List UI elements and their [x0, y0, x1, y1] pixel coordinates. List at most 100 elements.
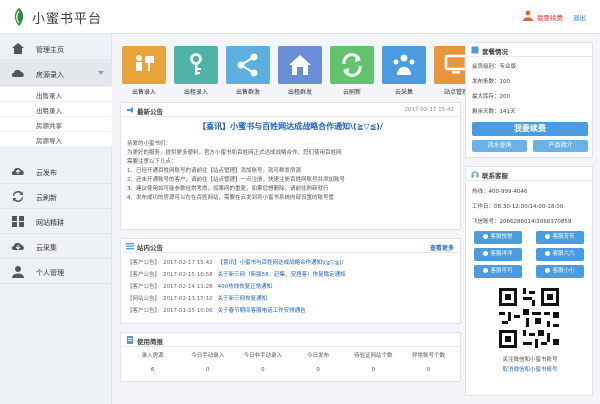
sidebar-item-label: 云采集: [36, 244, 57, 252]
support-agent-button[interactable]: 客服洋洋: [474, 248, 522, 261]
logout-link[interactable]: 退出: [573, 12, 586, 22]
sidebar-item-cloud-refresh[interactable]: 云刷新: [0, 185, 112, 209]
news-title[interactable]: 400热线恢复正常通知: [218, 284, 273, 290]
sidebar-item-label: 个人管理: [36, 269, 64, 277]
support-label: 飞信账号：: [472, 219, 500, 225]
news-item[interactable]: 【客户公告】 2017-02-15 10:58 关于新三网（新版58、赶集、安居客）…: [127, 270, 346, 280]
tile-sale-broadcast[interactable]: 出售群发: [226, 46, 270, 96]
wechat-qr-code: [496, 285, 562, 351]
qq-icon: [545, 234, 551, 239]
stats-value: 0: [371, 367, 376, 373]
renew-button[interactable]: 我要续费: [472, 122, 588, 136]
news-tag: 【客户公告】: [127, 284, 161, 290]
news-time: 2017-02-15 10:58: [163, 272, 213, 278]
tile-label: 出售群发: [235, 89, 260, 96]
sidebar-subitem-import[interactable]: 房源导入: [0, 132, 112, 146]
stats-value: 6: [150, 367, 155, 373]
support-fetion: 飞信账号：2066286014/2066370859: [472, 217, 571, 225]
news-tag: 【客户公告】: [127, 308, 161, 314]
news-tag: 【客户公告】: [127, 260, 161, 266]
announcement-line: 1、已经开通百姓网账号的请前往【站点管理】添加账号，就可群发房源: [127, 168, 302, 174]
qr-caption: 关注微信和小蜜书账号: [502, 357, 558, 363]
account-row-max-stock: 最大库存：200: [472, 92, 510, 100]
support-label: 工作日：: [472, 204, 495, 210]
tile-rent-entry[interactable]: 出租录入: [174, 46, 218, 96]
news-title[interactable]: 关于春节期间客服电话工作安排通告: [218, 308, 306, 314]
tile-cloud-refresh[interactable]: 云刷新: [330, 46, 374, 96]
share-icon: [237, 53, 258, 77]
account-value: 100: [499, 79, 511, 85]
news-item[interactable]: 【网站公告】 2017-02-13 17:10 关于新三网恢复通知: [127, 294, 267, 304]
megaphone-icon: [127, 107, 133, 113]
support-agent-button[interactable]: 客服可可: [474, 265, 522, 278]
support-agent-label: 客服小小: [552, 268, 575, 274]
news-title[interactable]: 关于新三网恢复通知: [218, 296, 268, 302]
tile-rent-broadcast[interactable]: 出租群发: [278, 46, 322, 96]
chevron-down-icon: [98, 71, 104, 75]
qq-icon: [545, 251, 551, 256]
support-agent-button[interactable]: 客服悦悦: [474, 231, 522, 244]
support-agent-button[interactable]: 客服小小: [536, 265, 584, 278]
news-title[interactable]: 【喜讯】小蜜书与百姓网达成战略合作通知\(≧▽≦)/: [218, 260, 344, 266]
stats-header: 今日发布: [307, 353, 330, 359]
sidebar-subitem-share[interactable]: 房源共享: [0, 117, 112, 131]
qr-caption-link[interactable]: 取消微信和小蜜书账号: [466, 365, 594, 373]
announcement-headline[interactable]: 【喜讯】小蜜书与百姓网达成战略合作通知\(≧▽≦)/: [121, 121, 460, 132]
view-more-link[interactable]: 查看更多: [430, 243, 454, 252]
sidebar-item-personal[interactable]: 个人管理: [0, 260, 112, 284]
panel-header: 使用简报: [121, 333, 460, 347]
tile-label: 云采集: [394, 89, 413, 96]
sidebar-item-cloud-collect[interactable]: 云采集: [0, 235, 112, 259]
sidebar-subitem-label: 出租录入: [36, 107, 62, 115]
account-row-publish-count: 发布条数：100: [472, 77, 510, 85]
panel-header: 最新公告 2017-02-17 15:42: [121, 103, 460, 117]
renew-link[interactable]: 我要续费: [537, 12, 563, 22]
user-avatar-icon[interactable]: [523, 10, 533, 21]
sidebar-item-label: 网站精耕: [36, 219, 64, 227]
tile-label: 出租录入: [183, 89, 208, 96]
news-item[interactable]: 【客户公告】 2017-02-17 15:42 【喜讯】小蜜书与百姓网达成战略合作通…: [127, 258, 344, 268]
news-time: 2017-02-13 17:10: [163, 296, 213, 302]
sidebar-item-home[interactable]: 管理主页: [0, 37, 112, 61]
refresh-icon: [13, 191, 23, 202]
billing-query-button[interactable]: 流水查询: [472, 140, 527, 152]
sidebar-subitem-sale-entry[interactable]: 出售录入: [0, 87, 112, 101]
announcement-date: 2017-02-17 15:42: [404, 107, 454, 113]
top-header: 小蜜书平台 我要续费 退出: [0, 0, 600, 34]
support-value: 2066286014/2066370859: [499, 219, 572, 225]
account-label: 发布条数：: [472, 79, 500, 85]
tile-cloud-collect[interactable]: 云采集: [382, 46, 426, 96]
sidebar: 管理主页 房源录入 出售录入 出租录入 房源共享 房源导入 云发布 云刷新 网站…: [0, 34, 112, 404]
support-agent-label: 客服悦悦: [490, 234, 513, 240]
tile-sale-entry[interactable]: 出售录入: [122, 46, 166, 96]
news-time: 2017-02-17 15:42: [163, 260, 213, 266]
news-item[interactable]: 【客户公告】 2017-02-14 11:28 400热线恢复正常通知: [127, 282, 272, 292]
stats-header: 待验证网站个数: [354, 353, 393, 359]
account-label: 会员级别：: [472, 64, 500, 70]
panel-title: 联系客服: [482, 172, 508, 180]
announcement-line: 亲爱的小蜜书们：: [127, 141, 172, 147]
sidebar-item-site-cultivation[interactable]: 网站精耕: [0, 210, 112, 234]
sidebar-subitem-rent-entry[interactable]: 出租录入: [0, 102, 112, 116]
support-agent-label: 客服芳芳: [552, 234, 575, 240]
stats-value-row: 6 0 0 0 0 0: [125, 367, 456, 377]
news-item[interactable]: 【客户公告】 2017-01-25 10:06 关于春节期间客服电话工作安排通告: [127, 306, 306, 316]
support-agent-button[interactable]: 客服六六: [536, 248, 584, 261]
stats-value: 0: [316, 367, 320, 373]
news-tag: 【网站公告】: [127, 296, 161, 302]
cloud-upload-icon: [11, 167, 24, 175]
sidebar-item-cloud-publish[interactable]: 云发布: [0, 160, 112, 184]
house-icon: [289, 55, 311, 75]
news-title[interactable]: 关于新三网（新版58、赶集、安居客）恢复稳定通知: [218, 272, 346, 278]
support-agent-button[interactable]: 客服芳芳: [536, 231, 584, 244]
user-icon: [12, 266, 24, 278]
product-intro-button[interactable]: 产品简介: [533, 140, 588, 152]
sidebar-item-listing-entry[interactable]: 房源录入: [0, 62, 112, 86]
qq-icon: [483, 268, 489, 273]
stats-header: 今日非手动录入: [243, 353, 283, 359]
account-value: 200: [499, 94, 511, 100]
sidebar-subitem-label: 出售录入: [36, 92, 62, 100]
announcement-panel: 最新公告 2017-02-17 15:42 【喜讯】小蜜书与百姓网达成战略合作通…: [120, 102, 461, 230]
cloud-download-icon: [11, 242, 24, 250]
support-agent-label: 客服可可: [490, 268, 513, 274]
